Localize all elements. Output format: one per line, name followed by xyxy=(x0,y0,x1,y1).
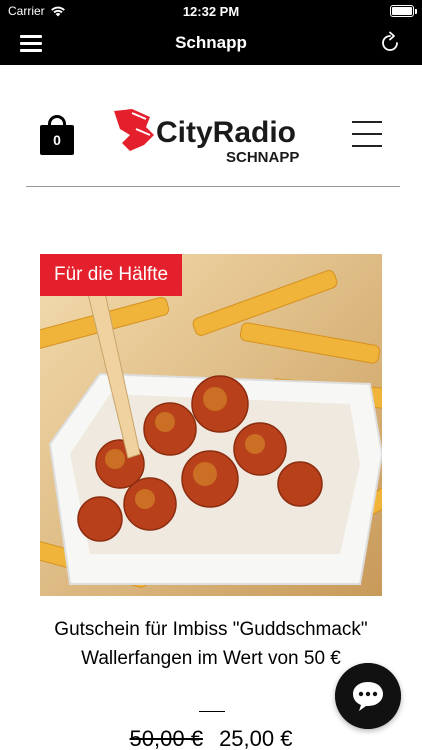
discount-badge: Für die Hälfte xyxy=(40,254,183,296)
header-divider xyxy=(26,186,400,187)
cityradio-logo[interactable]: CityRadio SCHNAPP xyxy=(110,105,322,167)
status-time: 12:32 PM xyxy=(182,4,240,19)
price-row: 50,00 € 25,00 € xyxy=(0,726,422,750)
hamburger-icon[interactable] xyxy=(352,121,382,147)
reload-icon[interactable] xyxy=(378,31,402,55)
chat-icon[interactable] xyxy=(335,663,401,729)
status-bar: Carrier 12:32 PM xyxy=(0,0,422,22)
nav-bar: Schnapp xyxy=(0,22,422,65)
cart-count: 0 xyxy=(53,132,61,148)
svg-text:SCHNAPP: SCHNAPP xyxy=(226,149,299,166)
battery-icon xyxy=(390,5,417,17)
product-image[interactable] xyxy=(40,254,382,596)
svg-text:CityRadio: CityRadio xyxy=(156,116,296,149)
price-divider xyxy=(199,711,225,712)
nav-title: Schnapp xyxy=(175,33,247,52)
old-price: 50,00 € xyxy=(129,726,203,750)
app-header: 0 CityRadio SCHNAPP xyxy=(0,65,422,187)
new-price: 25,00 € xyxy=(219,726,293,750)
product-title[interactable]: Gutschein für Imbiss "Guddschmack" Walle… xyxy=(30,615,392,673)
cart-icon[interactable]: 0 xyxy=(40,115,74,155)
